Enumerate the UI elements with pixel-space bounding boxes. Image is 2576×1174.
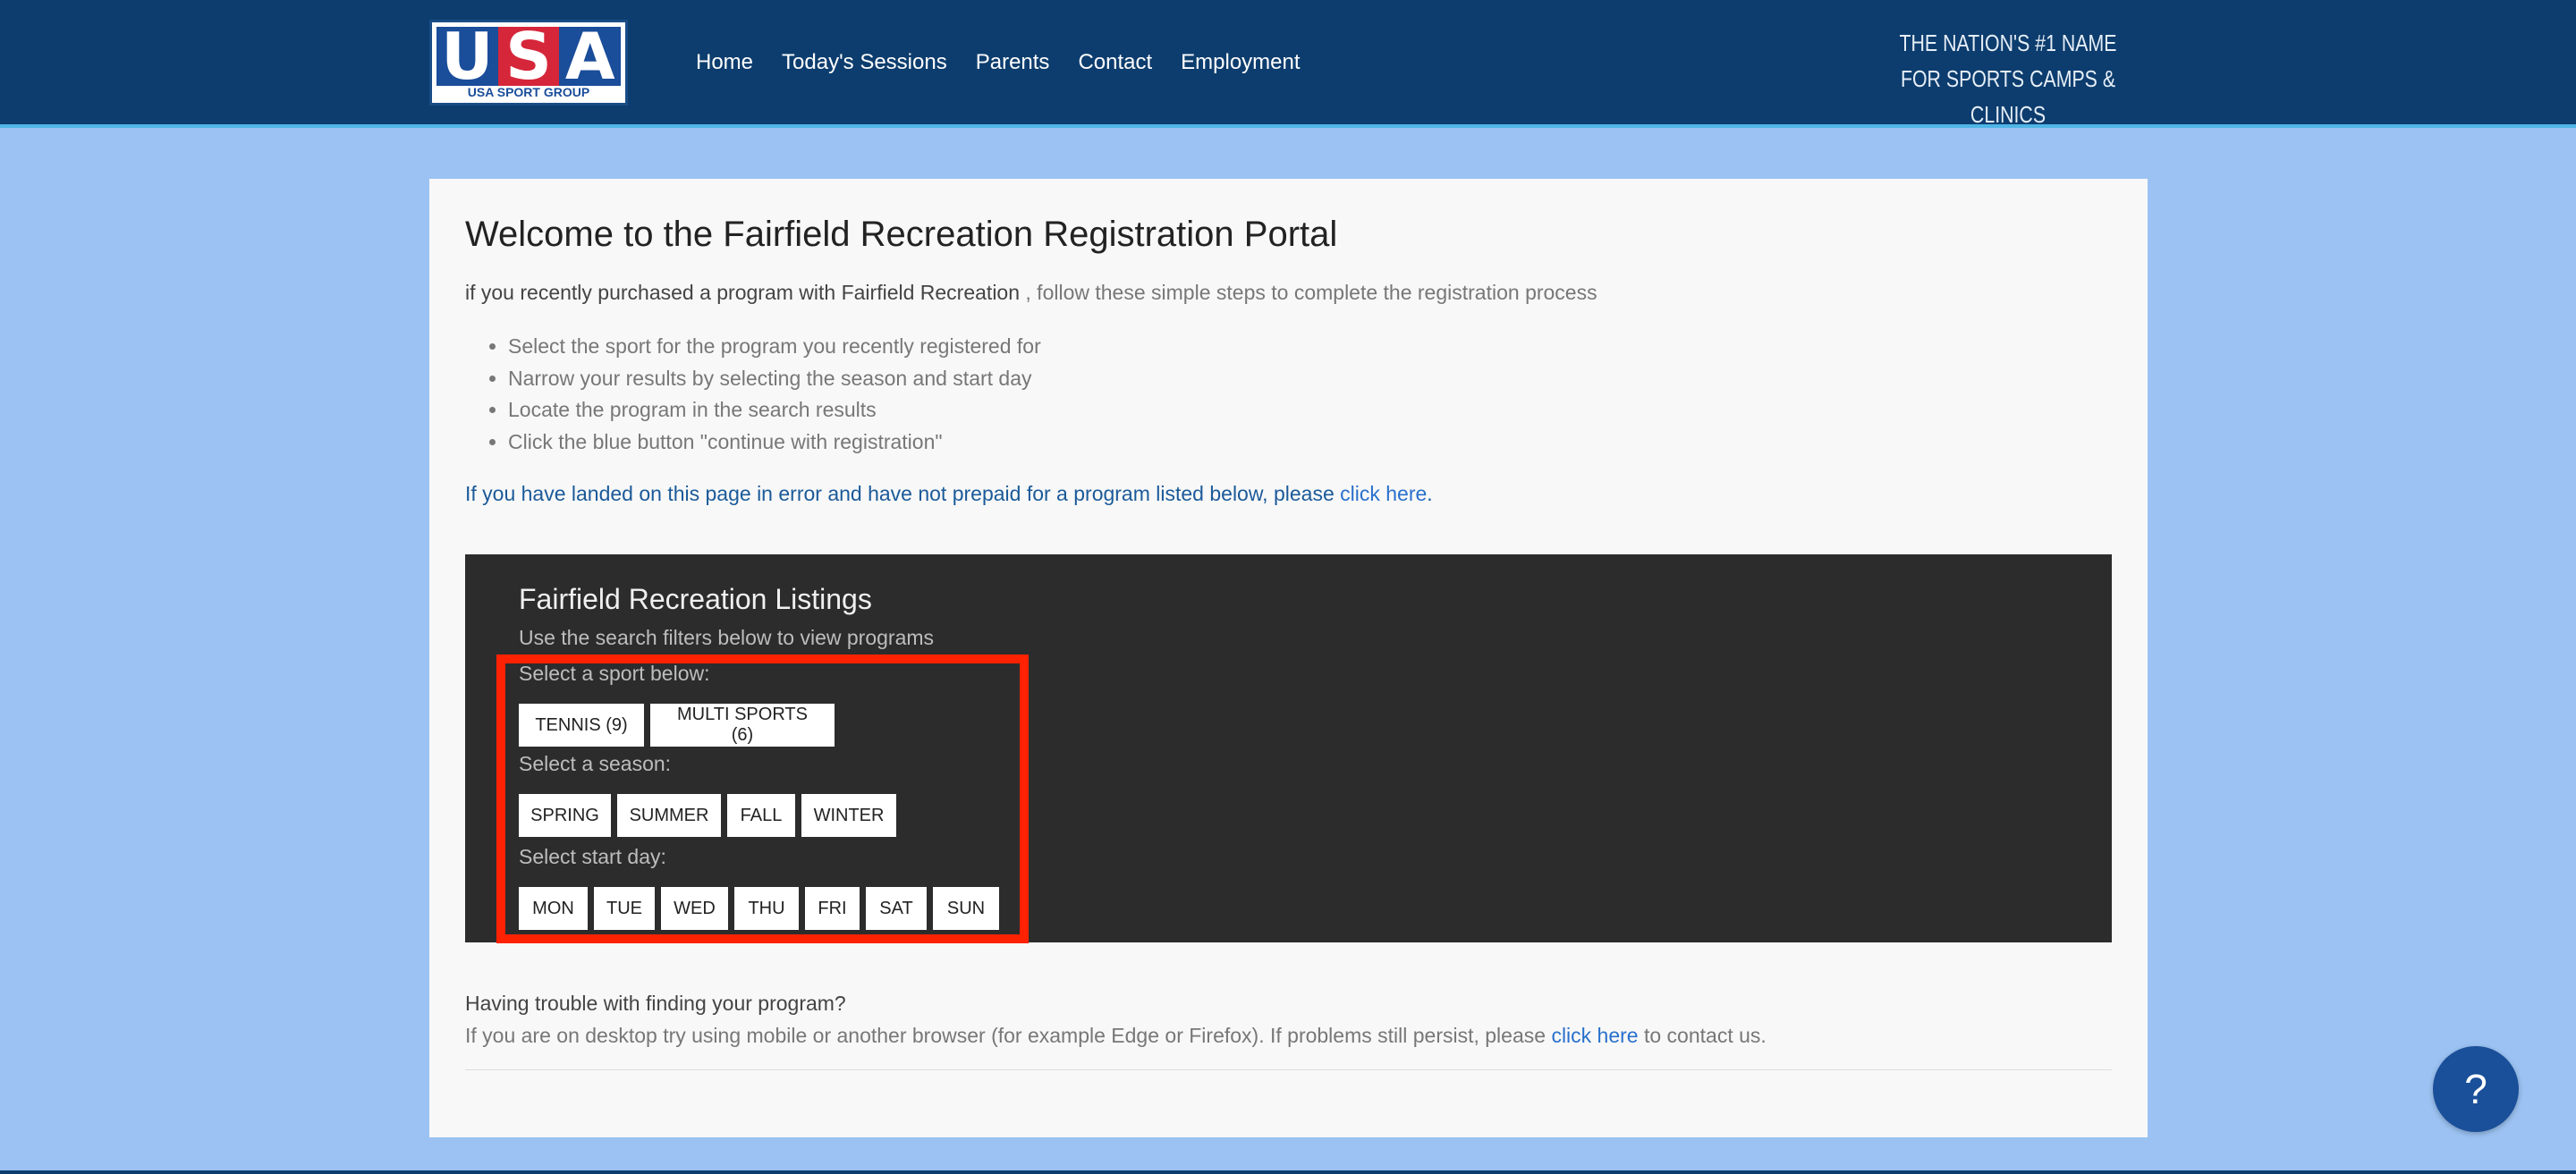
logo-letters: U S A [436, 24, 622, 89]
step-item: Click the blue button "continue with reg… [508, 427, 1041, 459]
main-nav: Home Today's Sessions Parents Contact Em… [696, 45, 1329, 80]
sport-filter-buttons: TENNIS (9) MULTI SPORTS (6) [519, 704, 841, 747]
registration-card: Welcome to the Fairfield Recreation Regi… [429, 179, 2148, 1137]
nav-parents[interactable]: Parents [976, 45, 1050, 80]
trouble-text-before: If you are on desktop try using mobile o… [465, 1024, 1552, 1047]
season-button-winter[interactable]: WINTER [801, 794, 896, 837]
trouble-section: Having trouble with finding your program… [465, 987, 1767, 1052]
logo-subtitle: USA SPORT GROUP [467, 85, 590, 99]
listings-title: Fairfield Recreation Listings [519, 583, 872, 615]
nav-employment[interactable]: Employment [1181, 45, 1300, 80]
tagline-line-1: THE NATION'S #1 NAME [1899, 30, 2117, 56]
help-button[interactable]: ? [2433, 1046, 2519, 1132]
listings-panel: Fairfield Recreation Listings Use the se… [465, 554, 2112, 943]
day-button-mon[interactable]: MON [519, 887, 588, 930]
day-button-fri[interactable]: FRI [805, 887, 860, 930]
usa-sport-group-logo[interactable]: U S A USA SPORT GROUP [429, 20, 628, 106]
contact-click-here-link[interactable]: click here [1551, 1024, 1638, 1047]
sport-button-tennis[interactable]: TENNIS (9) [519, 704, 644, 747]
error-notice: If you have landed on this page in error… [465, 482, 1433, 506]
season-filter-label: Select a season: [519, 752, 672, 775]
step-item: Select the sport for the program you rec… [508, 331, 1041, 363]
question-mark-icon: ? [2464, 1066, 2487, 1112]
season-button-summer[interactable]: SUMMER [617, 794, 721, 837]
season-button-spring[interactable]: SPRING [519, 794, 611, 837]
nav-home[interactable]: Home [696, 45, 753, 80]
day-button-wed[interactable]: WED [661, 887, 728, 930]
error-click-here-link[interactable]: click here [1340, 482, 1427, 505]
footer-edge [0, 1170, 2576, 1174]
intro-emphasis: if you recently purchased a program with… [465, 281, 1021, 304]
steps-list: Select the sport for the program you rec… [508, 331, 1041, 458]
logo-letter-s: S [497, 24, 560, 89]
nav-todays-sessions[interactable]: Today's Sessions [782, 45, 947, 80]
sport-filter-label: Select a sport below: [519, 662, 710, 685]
step-item: Locate the program in the search results [508, 394, 1041, 427]
day-button-tue[interactable]: TUE [594, 887, 655, 930]
sport-button-multi-sports[interactable]: MULTI SPORTS (6) [650, 704, 835, 747]
day-filter-label: Select start day: [519, 845, 666, 868]
season-button-fall[interactable]: FALL [727, 794, 795, 837]
day-button-sat[interactable]: SAT [866, 887, 927, 930]
logo-letter-u: U [436, 24, 498, 89]
error-notice-text: If you have landed on this page in error… [465, 482, 1341, 505]
day-filter-buttons: MON TUE WED THU FRI SAT SUN [519, 887, 1005, 930]
step-item: Narrow your results by selecting the sea… [508, 363, 1041, 395]
page-title: Welcome to the Fairfield Recreation Regi… [465, 215, 1338, 254]
trouble-question: Having trouble with finding your program… [465, 992, 846, 1015]
site-header: U S A USA SPORT GROUP Home Today's Sessi… [0, 0, 2576, 128]
error-notice-end: . [1427, 482, 1433, 505]
intro-text: if you recently purchased a program with… [465, 281, 1597, 305]
tagline-line-2: FOR SPORTS CAMPS & CLINICS [1900, 65, 2116, 128]
season-filter-buttons: SPRING SUMMER FALL WINTER [519, 794, 902, 837]
day-button-sun[interactable]: SUN [933, 887, 999, 930]
listings-subtitle: Use the search filters below to view pro… [519, 626, 935, 649]
divider [465, 1069, 2112, 1070]
intro-rest: , follow these simple steps to complete … [1020, 281, 1597, 304]
logo-letter-a: A [559, 24, 622, 89]
nav-contact[interactable]: Contact [1078, 45, 1152, 80]
day-button-thu[interactable]: THU [734, 887, 799, 930]
trouble-text-after: to contact us. [1638, 1024, 1767, 1047]
header-tagline: THE NATION'S #1 NAME FOR SPORTS CAMPS & … [1872, 25, 2143, 132]
trouble-text: If you are on desktop try using mobile o… [465, 1019, 1767, 1052]
